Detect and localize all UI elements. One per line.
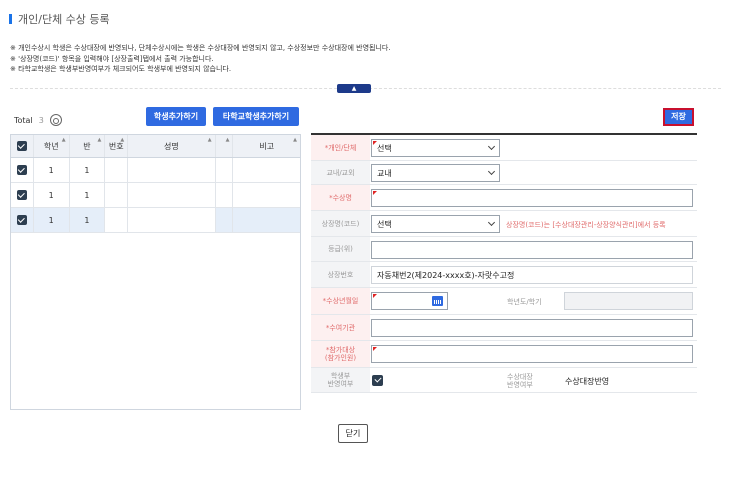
student-grid: 학년 ▲ 반 ▲ 번호 ▲ 성명 ▲ ▲ 비고 ▲ 1 1 1 1 1 1 — [10, 134, 301, 410]
participant-label: *참가대상 (참가인원) — [311, 341, 370, 367]
year-semester-field — [564, 292, 693, 310]
add-student-button[interactable]: 학생추가하기 — [146, 107, 206, 126]
select-all-checkbox[interactable] — [11, 135, 34, 157]
chevron-down-icon — [487, 218, 496, 227]
cert-name-select[interactable]: 선택 — [371, 215, 500, 233]
award-date-input[interactable] — [371, 292, 448, 310]
page-title-wrap: 개인/단체 수상 등록 — [9, 11, 110, 27]
total-number: 3 — [38, 115, 44, 125]
notice-list: ※ 개인수상시 학생은 수상대장에 반영되나, 단체수상시에는 학생은 수상대장… — [10, 43, 391, 75]
checkbox-icon — [16, 141, 27, 151]
row-checkbox[interactable] — [11, 208, 34, 232]
column-header-name[interactable]: 성명 ▲ — [128, 135, 216, 157]
row-checkbox[interactable] — [11, 158, 34, 182]
cell-name — [128, 208, 216, 232]
gear-icon[interactable] — [49, 114, 62, 126]
form-row-scope: 교내/교외 교내 — [311, 161, 697, 185]
award-org-label: *수여기관 — [311, 315, 370, 340]
grid-header: 학년 ▲ 반 ▲ 번호 ▲ 성명 ▲ ▲ 비고 ▲ — [11, 135, 300, 158]
form-row-type: *개인/단체 선택 — [311, 135, 697, 161]
form-row-target: *참가대상 (참가인원) — [311, 341, 697, 368]
title-marker — [9, 14, 12, 24]
cell-number — [105, 183, 129, 207]
cell-note — [233, 208, 300, 232]
cert-hint: 상장명(코드)는 [수상대장관리-상장양식관리]에서 등록 — [506, 221, 666, 229]
cell-blank — [216, 158, 234, 182]
form-row-number: 상장번호 자동채번2(제2024-xxxx호)-자랏수고정 — [311, 262, 697, 288]
ledger-reflect-value: 수상대장반영 — [565, 377, 610, 386]
sort-icon: ▲ — [225, 137, 230, 143]
form-row-reflect: 학생부 반영여부 수상대장 반영여부 수상대장반영 — [311, 368, 697, 393]
award-form: *개인/단체 선택 교내/교외 교내 *수상명 상장명(코드) 선택 상장명(코… — [311, 133, 697, 393]
checkbox-icon — [16, 190, 27, 200]
form-row-org: *수여기관 — [311, 315, 697, 341]
notice-item: ※ 타학교학생은 학생부반영여부가 체크되어도 학생부에 반영되지 않습니다. — [10, 65, 232, 73]
cell-blank — [216, 183, 234, 207]
table-row[interactable]: 1 1 — [11, 158, 300, 183]
add-other-school-student-button[interactable]: 타학교학생추가하기 — [213, 107, 299, 126]
sort-icon: ▲ — [293, 137, 297, 143]
scope-select[interactable]: 교내 — [371, 164, 500, 182]
sort-icon: ▲ — [97, 137, 102, 143]
cell-note — [233, 183, 300, 207]
type-select[interactable]: 선택 — [371, 139, 500, 157]
award-org-input[interactable] — [371, 319, 693, 337]
form-row-rank: 등급(위) — [311, 237, 697, 262]
notice-item: ※ '상장명(코드)' 항목을 입력해야 [상장출력]탭에서 출력 가능합니다. — [10, 54, 214, 63]
cell-number — [105, 158, 129, 182]
column-header-note[interactable]: 비고 ▲ — [233, 135, 300, 157]
ledger-reflect-label: 수상대장 반영여부 — [507, 373, 533, 389]
type-label: *개인/단체 — [311, 135, 370, 160]
column-header-number[interactable]: 번호 ▲ — [105, 135, 129, 157]
column-header-class[interactable]: 반 ▲ — [70, 135, 106, 157]
rank-input[interactable] — [371, 241, 693, 259]
cell-class: 1 — [70, 208, 106, 232]
cell-name — [128, 158, 216, 182]
calendar-icon[interactable] — [432, 296, 443, 306]
year-semester-label: 학년도/학기 — [507, 298, 542, 306]
table-row[interactable]: 1 1 — [11, 208, 300, 233]
cell-grade: 1 — [34, 158, 70, 182]
cell-number — [105, 208, 129, 232]
collapse-toggle-button[interactable]: ▲ — [337, 84, 371, 93]
column-header-grade[interactable]: 학년 ▲ — [34, 135, 70, 157]
notice-item: ※ 개인수상시 학생은 수상대장에 반영되나, 단체수상시에는 학생은 수상대장… — [10, 44, 391, 52]
cell-class: 1 — [70, 183, 106, 207]
form-row-cert: 상장명(코드) 선택 상장명(코드)는 [수상대장관리-상장양식관리]에서 등록 — [311, 211, 697, 237]
chevron-down-icon — [487, 167, 496, 176]
column-header-blank[interactable]: ▲ — [216, 135, 234, 157]
chevron-down-icon — [487, 142, 496, 151]
record-reflect-checkbox[interactable] — [372, 375, 383, 386]
save-button[interactable]: 저장 — [663, 108, 694, 126]
row-checkbox[interactable] — [11, 183, 34, 207]
cell-grade: 1 — [34, 208, 70, 232]
sort-icon: ▲ — [207, 137, 212, 143]
checkbox-icon — [16, 215, 27, 225]
participant-input[interactable] — [371, 345, 693, 363]
table-row[interactable]: 1 1 — [11, 183, 300, 208]
total-count: Total 3 — [14, 114, 62, 126]
award-name-label: *수상명 — [311, 185, 370, 210]
award-name-input[interactable] — [371, 189, 693, 207]
scope-label: 교내/교외 — [311, 161, 370, 184]
sort-icon: ▲ — [61, 137, 66, 143]
checkbox-icon — [16, 165, 27, 175]
cell-note — [233, 158, 300, 182]
sort-icon: ▲ — [120, 137, 125, 143]
award-date-label: *수상년월일 — [311, 288, 370, 314]
form-row-award: *수상명 — [311, 185, 697, 211]
cell-blank — [216, 208, 234, 232]
form-row-date: *수상년월일 학년도/학기 — [311, 288, 697, 315]
close-button[interactable]: 닫기 — [338, 424, 368, 443]
cell-class: 1 — [70, 158, 106, 182]
page-title: 개인/단체 수상 등록 — [18, 13, 110, 26]
rank-label: 등급(위) — [311, 237, 370, 261]
total-label: Total — [14, 115, 33, 125]
cert-number-label: 상장번호 — [311, 262, 370, 287]
record-reflect-label: 학생부 반영여부 — [311, 368, 370, 392]
cell-grade: 1 — [34, 183, 70, 207]
cert-number-field: 자동채번2(제2024-xxxx호)-자랏수고정 — [371, 266, 693, 284]
cell-name — [128, 183, 216, 207]
cert-name-label: 상장명(코드) — [311, 211, 370, 236]
